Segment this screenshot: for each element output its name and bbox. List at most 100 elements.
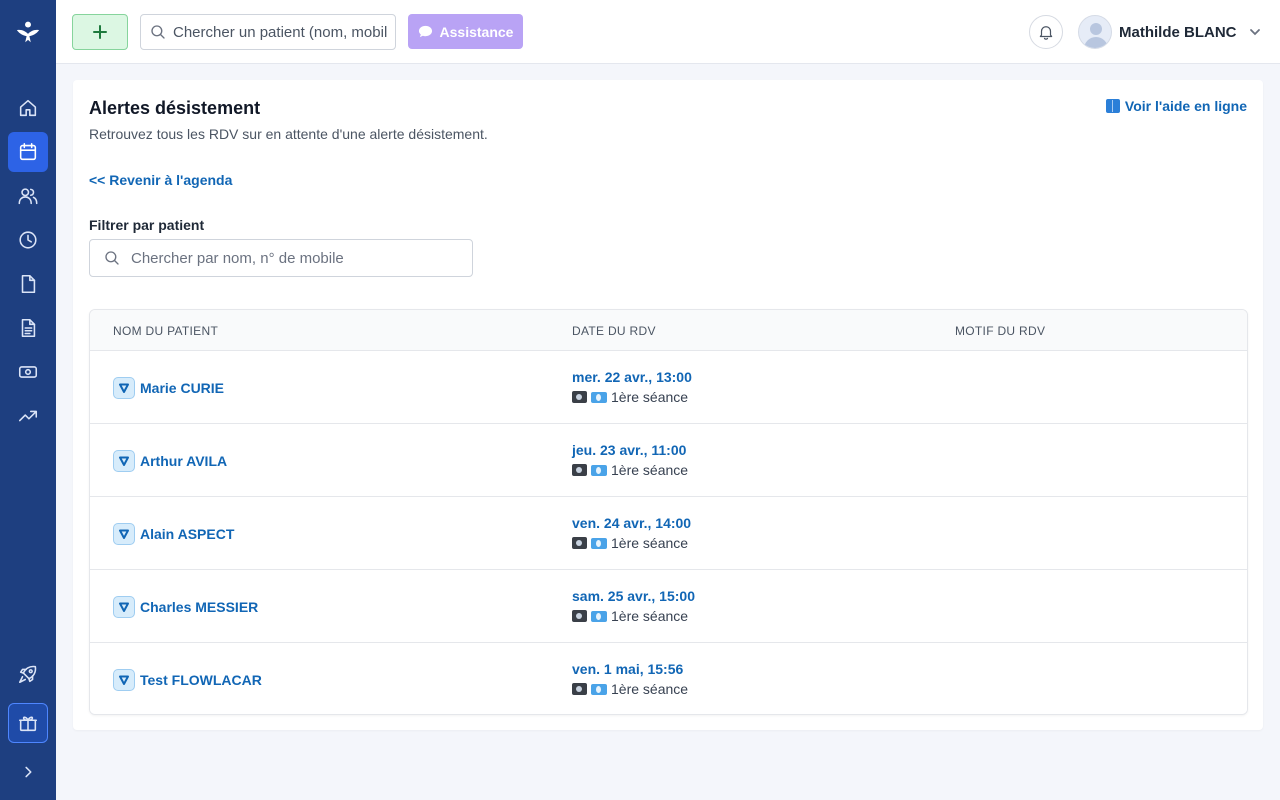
chat-icon <box>418 25 432 38</box>
table-row: Marie CURIE mer. 22 avr., 13:00 1ère séa… <box>90 351 1247 424</box>
camera-icon <box>572 391 587 403</box>
page-title: Alertes désistement <box>89 98 261 118</box>
rocket-icon <box>18 665 37 684</box>
rdv-type-label: 1ère séance <box>611 681 689 697</box>
rdv-date-link[interactable]: jeu. 23 avr., 11:00 <box>572 442 688 458</box>
sidebar-item-agenda[interactable] <box>8 132 48 172</box>
alerts-table: NOM DU PATIENT DATE DU RDV MOTIF DU RDV … <box>89 309 1248 715</box>
sidebar-item-patients[interactable] <box>8 176 48 216</box>
home-icon <box>19 99 37 117</box>
gift-icon <box>18 716 38 732</box>
camera-icon <box>572 464 587 476</box>
sidebar-item-nouveautes[interactable] <box>8 654 48 694</box>
chevron-right-icon <box>25 766 32 778</box>
patient-link[interactable]: Charles MESSIER <box>113 596 258 618</box>
filter-search[interactable] <box>89 239 473 277</box>
patient-name: Alain ASPECT <box>140 526 235 542</box>
sidebar-expand-button[interactable] <box>8 752 48 792</box>
banknote-icon <box>591 610 607 622</box>
banknote-icon <box>591 464 607 476</box>
help-link-label: Voir l'aide en ligne <box>1124 98 1247 114</box>
patient-search-input[interactable] <box>173 23 387 41</box>
patient-link[interactable]: Alain ASPECT <box>113 523 234 545</box>
book-icon <box>1105 99 1120 113</box>
document-icon <box>21 274 36 294</box>
patient-search[interactable] <box>140 14 396 50</box>
search-icon <box>151 25 165 39</box>
table-header: NOM DU PATIENT DATE DU RDV MOTIF DU RDV <box>90 310 1247 351</box>
rdv-date-link[interactable]: ven. 24 avr., 14:00 <box>572 515 691 531</box>
column-header-patient: NOM DU PATIENT <box>113 324 219 338</box>
clock-icon <box>19 231 37 249</box>
bell-icon <box>1039 26 1053 40</box>
page-subtitle: Retrouvez tous les RDV sur en attente d'… <box>89 126 488 142</box>
trending-up-icon <box>18 410 38 422</box>
table-row: Arthur AVILA jeu. 23 avr., 11:00 1ère sé… <box>90 424 1247 497</box>
patient-name: Marie CURIE <box>140 380 225 396</box>
rdv-date-link[interactable]: mer. 22 avr., 13:00 <box>572 369 692 385</box>
user-name: Mathilde BLANC <box>1119 23 1237 41</box>
sidebar-item-paiements[interactable] <box>8 352 48 392</box>
sidebar-item-cadeau[interactable] <box>8 703 48 743</box>
back-to-agenda-link[interactable]: << Revenir à l'agenda <box>89 172 232 188</box>
patient-badge-icon <box>113 450 135 472</box>
sidebar-item-home[interactable] <box>8 88 48 128</box>
user-menu[interactable]: Mathilde BLANC <box>1078 15 1262 49</box>
table-row: Charles MESSIER sam. 25 avr., 15:00 1ère… <box>90 570 1247 643</box>
app-logo-icon[interactable] <box>14 18 42 46</box>
file-text-icon <box>21 318 36 338</box>
sidebar-item-statistiques[interactable] <box>8 396 48 436</box>
rdv-type-label: 1ère séance <box>611 462 689 478</box>
rdv-type: 1ère séance <box>572 535 691 551</box>
calendar-icon <box>19 142 37 161</box>
patient-badge-icon <box>113 596 135 618</box>
camera-icon <box>572 683 587 695</box>
rdv-type-label: 1ère séance <box>611 389 689 405</box>
patient-link[interactable]: Test FLOWLACAR <box>113 669 262 691</box>
rdv-date-link[interactable]: ven. 1 mai, 15:56 <box>572 661 688 677</box>
assistance-label: Assistance <box>439 23 514 40</box>
add-button[interactable] <box>72 14 128 50</box>
sidebar <box>0 0 56 800</box>
sidebar-item-historique[interactable] <box>8 220 48 260</box>
users-icon <box>18 188 38 205</box>
rdv-type: 1ère séance <box>572 681 688 697</box>
camera-icon <box>572 537 587 549</box>
search-icon <box>105 251 119 265</box>
filter-label: Filtrer par patient <box>89 217 205 233</box>
patient-badge-icon <box>113 523 135 545</box>
rdv-date-link[interactable]: sam. 25 avr., 15:00 <box>572 588 695 604</box>
banknote-icon <box>591 391 607 403</box>
column-header-motif: MOTIF DU RDV <box>955 324 1046 338</box>
rdv-type-label: 1ère séance <box>611 608 689 624</box>
patient-link[interactable]: Arthur AVILA <box>113 450 227 472</box>
banknote-icon <box>591 537 607 549</box>
banknote-icon <box>591 683 607 695</box>
rdv-cell: sam. 25 avr., 15:00 1ère séance <box>572 588 695 624</box>
rdv-cell: mer. 22 avr., 13:00 1ère séance <box>572 369 692 405</box>
rdv-cell: ven. 1 mai, 15:56 1ère séance <box>572 661 688 697</box>
filter-search-input[interactable] <box>131 249 461 267</box>
help-link[interactable]: Voir l'aide en ligne <box>1105 98 1247 114</box>
rdv-type: 1ère séance <box>572 608 695 624</box>
camera-icon <box>572 610 587 622</box>
patient-name: Charles MESSIER <box>140 599 259 615</box>
rdv-type: 1ère séance <box>572 389 692 405</box>
sidebar-item-documents[interactable] <box>8 264 48 304</box>
patient-name: Test FLOWLACAR <box>140 672 262 688</box>
table-row: Alain ASPECT ven. 24 avr., 14:00 1ère sé… <box>90 497 1247 570</box>
column-header-date: DATE DU RDV <box>572 324 656 338</box>
chevron-down-icon <box>1249 29 1260 36</box>
patient-badge-icon <box>113 669 135 691</box>
sidebar-item-factures[interactable] <box>8 308 48 348</box>
patient-link[interactable]: Marie CURIE <box>113 377 224 399</box>
assistance-button[interactable]: Assistance <box>408 14 523 49</box>
notifications-button[interactable] <box>1029 15 1063 49</box>
rdv-cell: jeu. 23 avr., 11:00 1ère séance <box>572 442 688 478</box>
patient-name: Arthur AVILA <box>140 453 228 469</box>
rdv-cell: ven. 24 avr., 14:00 1ère séance <box>572 515 691 551</box>
patient-badge-icon <box>113 377 135 399</box>
avatar <box>1078 15 1112 49</box>
rdv-type: 1ère séance <box>572 462 688 478</box>
cash-icon <box>18 366 38 378</box>
